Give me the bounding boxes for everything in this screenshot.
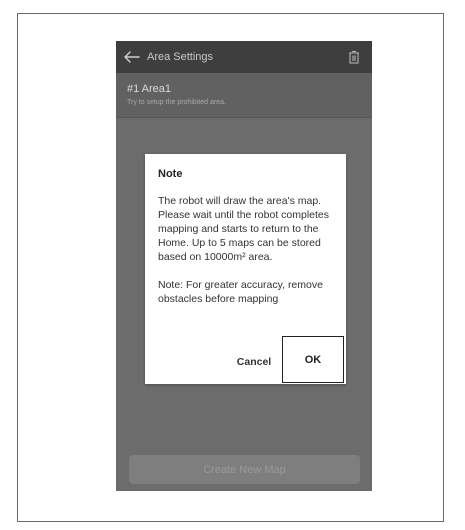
area-name: #1 Area1 — [127, 83, 172, 95]
dialog-paragraph-note: Note: For greater accuracy, remove obsta… — [158, 279, 323, 305]
page-title: Area Settings — [147, 51, 214, 63]
dialog-title: Note — [158, 168, 183, 180]
create-new-map-button[interactable]: Create New Map — [129, 455, 360, 484]
ok-button[interactable]: OK — [282, 336, 344, 383]
trash-icon[interactable] — [348, 50, 360, 64]
app-bar: Area Settings — [116, 41, 372, 73]
cancel-button[interactable]: Cancel — [231, 355, 277, 369]
arrow-left-icon[interactable] — [124, 51, 140, 63]
area-header: #1 Area1 Try to setup the prohibited are… — [116, 73, 372, 118]
dialog-paragraph-mapping: The robot will draw the area's map. Plea… — [158, 195, 330, 263]
dialog-body: The robot will draw the area's map. Plea… — [158, 194, 336, 334]
area-hint: Try to setup the prohibited area. — [127, 99, 226, 106]
